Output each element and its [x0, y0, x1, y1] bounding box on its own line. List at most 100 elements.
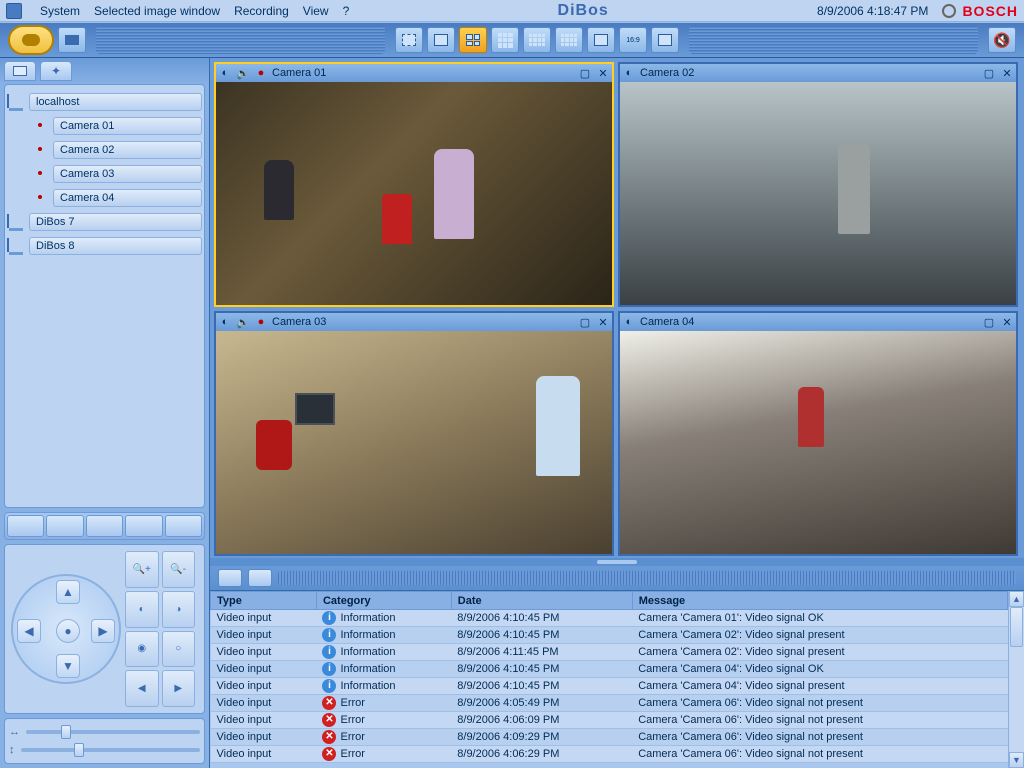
- log-row[interactable]: Video inputiInformation8/9/2006 4:10:45 …: [211, 661, 1008, 678]
- log-scrollbar[interactable]: ▲ ▼: [1008, 591, 1024, 768]
- log-row[interactable]: Video inputiInformation8/9/2006 4:10:45 …: [211, 610, 1008, 627]
- log-row[interactable]: Video inputiInformation8/9/2006 4:10:45 …: [211, 627, 1008, 644]
- log-message: Camera 'Camera 04': Video signal present: [632, 678, 1007, 695]
- relay-btn-5[interactable]: [165, 515, 202, 537]
- iris-open[interactable]: ◉: [125, 631, 159, 668]
- mute-button[interactable]: 🔇: [988, 27, 1016, 53]
- log-row[interactable]: Video input✕Error8/9/2006 4:06:09 PMCame…: [211, 712, 1008, 729]
- relay-btn-2[interactable]: [46, 515, 83, 537]
- tree-item-label: Camera 03: [53, 165, 202, 183]
- log-filter-button[interactable]: [218, 569, 242, 587]
- scroll-up[interactable]: ▲: [1009, 591, 1024, 607]
- close-icon[interactable]: ✕: [1000, 66, 1014, 80]
- log-date: 8/9/2006 4:05:49 PM: [451, 695, 632, 712]
- tree-camera-item[interactable]: Camera 04: [7, 187, 202, 209]
- log-type: Video input: [211, 678, 317, 695]
- error-icon: ✕: [322, 730, 336, 744]
- log-column-header[interactable]: Message: [632, 592, 1007, 610]
- focus-far[interactable]: ◑: [162, 591, 196, 628]
- layout-extra-button[interactable]: [651, 27, 679, 53]
- close-icon[interactable]: ✕: [1000, 315, 1014, 329]
- camera-feed[interactable]: [216, 331, 612, 554]
- ptz-extra: 🔍+ 🔍- ◐ ◑ ◉ ○ ◀ ▶: [125, 551, 195, 707]
- preset-prev[interactable]: ◀: [125, 670, 159, 707]
- ptz-up[interactable]: ▲: [56, 580, 80, 604]
- maximize-icon[interactable]: ▢: [982, 315, 996, 329]
- log-type: Video input: [211, 610, 317, 627]
- horizontal-splitter[interactable]: [210, 558, 1024, 566]
- focus-near[interactable]: ◐: [125, 591, 159, 628]
- audio-icon[interactable]: 🔈: [236, 66, 250, 80]
- log-row[interactable]: Video inputiInformation8/9/2006 4:10:45 …: [211, 678, 1008, 695]
- tree-camera-item[interactable]: Camera 02: [7, 139, 202, 161]
- menu-view[interactable]: View: [303, 4, 329, 18]
- layout-12-button[interactable]: [523, 27, 551, 53]
- tree-host-item[interactable]: DiBos 7: [7, 211, 202, 233]
- log-list-button[interactable]: [248, 569, 272, 587]
- layout-1-button[interactable]: [427, 27, 455, 53]
- maximize-icon[interactable]: ▢: [578, 315, 592, 329]
- zoom-out[interactable]: 🔍-: [162, 551, 196, 588]
- fullscreen-button[interactable]: [395, 27, 423, 53]
- menu-recording[interactable]: Recording: [234, 4, 289, 18]
- log-row[interactable]: Video input✕Error8/9/2006 4:06:29 PMCame…: [211, 746, 1008, 763]
- scroll-down[interactable]: ▼: [1009, 752, 1024, 768]
- camera-feed[interactable]: [620, 82, 1016, 305]
- log-column-header[interactable]: Category: [316, 592, 451, 610]
- layout-seq-button[interactable]: [587, 27, 615, 53]
- relay-btn-4[interactable]: [125, 515, 162, 537]
- zoom-in[interactable]: 🔍+: [125, 551, 159, 588]
- log-row[interactable]: Video input✕Error8/9/2006 4:09:29 PMCame…: [211, 729, 1008, 746]
- scroll-track[interactable]: [1009, 607, 1024, 752]
- live-mode-button[interactable]: [8, 25, 54, 55]
- maximize-icon[interactable]: ▢: [982, 66, 996, 80]
- ptz-down[interactable]: ▼: [56, 654, 80, 678]
- ptz-center[interactable]: ●: [56, 619, 80, 643]
- camera-title: Camera 02: [640, 67, 694, 79]
- log-row[interactable]: Video input✕Error8/9/2006 4:05:49 PMCame…: [211, 695, 1008, 712]
- layout-4-button[interactable]: [459, 27, 487, 53]
- tab-devices[interactable]: [4, 61, 36, 81]
- menu-help[interactable]: ?: [343, 4, 350, 18]
- relay-toolbar: [4, 512, 205, 540]
- playback-mode-button[interactable]: [58, 27, 86, 53]
- log-column-header[interactable]: Type: [211, 592, 317, 610]
- main-toolbar: 16:9 🔇: [0, 22, 1024, 58]
- menu-selected-window[interactable]: Selected image window: [94, 4, 220, 18]
- camera-tile[interactable]: ◐🔈●Camera 03▢✕: [214, 311, 614, 556]
- maximize-icon[interactable]: ▢: [578, 66, 592, 80]
- camera-feed[interactable]: [620, 331, 1016, 554]
- grid4-icon: [466, 34, 480, 46]
- preset-next[interactable]: ▶: [162, 670, 196, 707]
- camera-feed[interactable]: [216, 82, 612, 305]
- camera-tile[interactable]: ◐🔈●Camera 01▢✕: [214, 62, 614, 307]
- ptz-right[interactable]: ▶: [91, 619, 115, 643]
- layout-9-button[interactable]: [491, 27, 519, 53]
- audio-icon[interactable]: 🔈: [236, 315, 250, 329]
- tree-camera-item[interactable]: Camera 03: [7, 163, 202, 185]
- aspect-button[interactable]: 16:9: [619, 27, 647, 53]
- tab-favorites[interactable]: ✦: [40, 61, 72, 81]
- iris-close[interactable]: ○: [162, 631, 196, 668]
- ptz-left[interactable]: ◀: [17, 619, 41, 643]
- tree-camera-item[interactable]: Camera 01: [7, 115, 202, 137]
- relay-btn-3[interactable]: [86, 515, 123, 537]
- close-icon[interactable]: ✕: [596, 315, 610, 329]
- camera-tile[interactable]: ◐Camera 02▢✕: [618, 62, 1018, 307]
- tilt-speed-slider[interactable]: [21, 748, 201, 752]
- log-column-header[interactable]: Date: [451, 592, 632, 610]
- tree-host-item[interactable]: DiBos 8: [7, 235, 202, 257]
- relay-btn-1[interactable]: [7, 515, 44, 537]
- close-icon[interactable]: ✕: [596, 66, 610, 80]
- log-toolbar-spacer: [278, 571, 1016, 585]
- tree-host-item[interactable]: localhost: [7, 91, 202, 113]
- log-row[interactable]: Video inputiInformation8/9/2006 4:11:45 …: [211, 644, 1008, 661]
- ratio-icon: 16:9: [626, 37, 640, 44]
- camera-tile[interactable]: ◐Camera 04▢✕: [618, 311, 1018, 556]
- info-icon: i: [322, 611, 336, 625]
- tree-item-label: Camera 01: [53, 117, 202, 135]
- layout-16-button[interactable]: [555, 27, 583, 53]
- menu-system[interactable]: System: [40, 4, 80, 18]
- scroll-thumb[interactable]: [1010, 607, 1023, 647]
- pan-speed-slider[interactable]: [26, 730, 200, 734]
